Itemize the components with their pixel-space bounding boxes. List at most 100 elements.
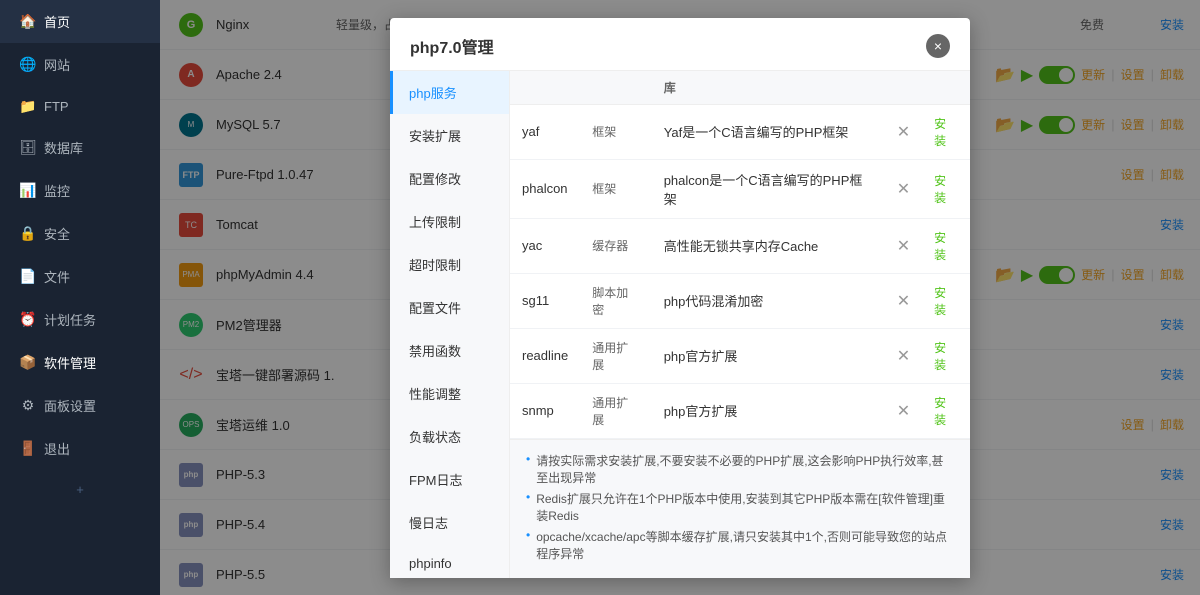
sidebar-item-website[interactable]: 🌐 网站 bbox=[0, 43, 160, 86]
sidebar-label-software: 软件管理 bbox=[44, 353, 96, 372]
ext-install[interactable]: 安装 bbox=[922, 159, 970, 218]
modal-nav: php服务 安装扩展 配置修改 上传限制 超时限制 配置文件 禁用函数 性能调整… bbox=[390, 71, 510, 578]
ext-desc: phalcon是一个C语言编写的PHP框架 bbox=[652, 159, 885, 218]
home-icon: 🏠 bbox=[20, 14, 36, 30]
ext-remove[interactable]: ✕ bbox=[885, 159, 922, 218]
sidebar-item-monitor[interactable]: 📊 监控 bbox=[0, 169, 160, 212]
install-ext-btn[interactable]: 安装 bbox=[934, 231, 946, 262]
sidebar-item-database[interactable]: 🗄 数据库 bbox=[0, 126, 160, 169]
ext-remove[interactable]: ✕ bbox=[885, 383, 922, 438]
install-ext-btn[interactable]: 安装 bbox=[934, 341, 946, 372]
info-note-1: 请按实际需求安装扩展,不要安装不必要的PHP扩展,这会影响PHP执行效率,甚至出… bbox=[526, 452, 954, 486]
crontask-icon: ⏰ bbox=[20, 312, 36, 328]
database-icon: 🗄 bbox=[20, 140, 36, 156]
remove-icon[interactable]: ✕ bbox=[897, 124, 910, 141]
file-icon: 📄 bbox=[20, 269, 36, 285]
sidebar-label-ftp: FTP bbox=[44, 99, 69, 114]
modal-close-btn[interactable]: × bbox=[926, 34, 950, 58]
nav-upload-limit[interactable]: 上传限制 bbox=[390, 200, 509, 243]
ext-install[interactable]: 安装 bbox=[922, 328, 970, 383]
modal-header: php7.0管理 × bbox=[390, 18, 970, 71]
ext-install[interactable]: 安装 bbox=[922, 104, 970, 159]
ext-install[interactable]: 安装 bbox=[922, 383, 970, 438]
nav-install-ext[interactable]: 安装扩展 bbox=[390, 114, 509, 157]
nav-fpm-log[interactable]: FPM日志 bbox=[390, 458, 509, 501]
ext-desc: php官方扩展 bbox=[652, 328, 885, 383]
nav-timeout[interactable]: 超时限制 bbox=[390, 243, 509, 286]
ext-install[interactable]: 安装 bbox=[922, 218, 970, 273]
modal-body: php服务 安装扩展 配置修改 上传限制 超时限制 配置文件 禁用函数 性能调整… bbox=[390, 71, 970, 578]
modal-title: php7.0管理 bbox=[410, 34, 494, 58]
table-row: phalcon 框架 phalcon是一个C语言编写的PHP框架 ✕ 安装 bbox=[510, 159, 970, 218]
ext-remove[interactable]: ✕ bbox=[885, 104, 922, 159]
sidebar-label-file: 文件 bbox=[44, 267, 70, 286]
main-content: G Nginx 轻量级，占有内存少，并发能力强 免费 安装 A Apache 2… bbox=[160, 0, 1200, 595]
col-header-name bbox=[510, 71, 580, 105]
install-ext-btn[interactable]: 安装 bbox=[934, 174, 946, 205]
logout-icon: 🚪 bbox=[20, 441, 36, 457]
nav-config-modify[interactable]: 配置修改 bbox=[390, 157, 509, 200]
sidebar-item-crontask[interactable]: ⏰ 计划任务 bbox=[0, 298, 160, 341]
website-icon: 🌐 bbox=[20, 57, 36, 73]
nav-config-file[interactable]: 配置文件 bbox=[390, 286, 509, 329]
sidebar-label-crontask: 计划任务 bbox=[44, 310, 96, 329]
ext-name: yac bbox=[510, 218, 580, 273]
security-icon: 🔒 bbox=[20, 226, 36, 242]
sidebar-item-ftp[interactable]: 📁 FTP bbox=[0, 86, 160, 126]
sidebar-item-logout[interactable]: 🚪 退出 bbox=[0, 427, 160, 470]
ext-remove[interactable]: ✕ bbox=[885, 328, 922, 383]
remove-icon[interactable]: ✕ bbox=[897, 403, 910, 420]
nav-php-service[interactable]: php服务 bbox=[390, 71, 509, 114]
ext-name: yaf bbox=[510, 104, 580, 159]
sidebar-label-security: 安全 bbox=[44, 224, 70, 243]
ext-type: 缓存器 bbox=[580, 218, 651, 273]
ext-type: 通用扩展 bbox=[580, 328, 651, 383]
ext-name: sg11 bbox=[510, 273, 580, 328]
col-header-action bbox=[885, 71, 922, 105]
info-note-2: Redis扩展只允许在1个PHP版本中使用,安装到其它PHP版本需在[软件管理]… bbox=[526, 490, 954, 524]
remove-icon[interactable]: ✕ bbox=[897, 293, 910, 310]
remove-icon[interactable]: ✕ bbox=[897, 238, 910, 255]
nav-slow-log[interactable]: 慢日志 bbox=[390, 501, 509, 544]
table-row: snmp 通用扩展 php官方扩展 ✕ 安装 bbox=[510, 383, 970, 438]
col-header-type bbox=[580, 71, 651, 105]
sidebar-label-database: 数据库 bbox=[44, 138, 83, 157]
nav-disable-func[interactable]: 禁用函数 bbox=[390, 329, 509, 372]
install-ext-btn[interactable]: 安装 bbox=[934, 396, 946, 427]
table-row: readline 通用扩展 php官方扩展 ✕ 安装 bbox=[510, 328, 970, 383]
sidebar-item-panel[interactable]: ⚙ 面板设置 bbox=[0, 384, 160, 427]
nav-phpinfo[interactable]: phpinfo bbox=[390, 544, 509, 578]
sidebar-label-logout: 退出 bbox=[44, 439, 70, 458]
install-ext-btn[interactable]: 安装 bbox=[934, 117, 946, 148]
sidebar: 🏠 首页 🌐 网站 📁 FTP 🗄 数据库 📊 监控 🔒 安全 📄 文件 ⏰ 计… bbox=[0, 0, 160, 595]
ext-remove[interactable]: ✕ bbox=[885, 273, 922, 328]
sidebar-item-security[interactable]: 🔒 安全 bbox=[0, 212, 160, 255]
nav-load-status[interactable]: 负载状态 bbox=[390, 415, 509, 458]
modal-info-section: 请按实际需求安装扩展,不要安装不必要的PHP扩展,这会影响PHP执行效率,甚至出… bbox=[510, 439, 970, 578]
col-header-install bbox=[922, 71, 970, 105]
ext-desc: 高性能无锁共享内存Cache bbox=[652, 218, 885, 273]
ext-desc: Yaf是一个C语言编写的PHP框架 bbox=[652, 104, 885, 159]
table-row: sg11 脚本加密 php代码混淆加密 ✕ 安装 bbox=[510, 273, 970, 328]
sidebar-item-software[interactable]: 📦 软件管理 bbox=[0, 341, 160, 384]
sidebar-item-file[interactable]: 📄 文件 bbox=[0, 255, 160, 298]
remove-icon[interactable]: ✕ bbox=[897, 348, 910, 365]
sidebar-item-home[interactable]: 🏠 首页 bbox=[0, 0, 160, 43]
install-ext-btn[interactable]: 安装 bbox=[934, 286, 946, 317]
extension-table: 库 yaf 框架 Yaf是一个C语言编写的PHP框架 ✕ 安装 phalcon … bbox=[510, 71, 970, 439]
table-row: yaf 框架 Yaf是一个C语言编写的PHP框架 ✕ 安装 bbox=[510, 104, 970, 159]
add-button[interactable]: + bbox=[0, 470, 160, 509]
php70-modal: php7.0管理 × php服务 安装扩展 配置修改 上传限制 超时限制 配置文… bbox=[390, 18, 970, 578]
nav-perf-tune[interactable]: 性能调整 bbox=[390, 372, 509, 415]
ext-name: readline bbox=[510, 328, 580, 383]
ext-desc: php官方扩展 bbox=[652, 383, 885, 438]
ext-install[interactable]: 安装 bbox=[922, 273, 970, 328]
ext-remove[interactable]: ✕ bbox=[885, 218, 922, 273]
ext-type: 脚本加密 bbox=[580, 273, 651, 328]
table-row: yac 缓存器 高性能无锁共享内存Cache ✕ 安装 bbox=[510, 218, 970, 273]
ext-name: phalcon bbox=[510, 159, 580, 218]
info-note-3: opcache/xcache/apc等脚本缓存扩展,请只安装其中1个,否则可能导… bbox=[526, 528, 954, 562]
remove-icon[interactable]: ✕ bbox=[897, 181, 910, 198]
ext-name: snmp bbox=[510, 383, 580, 438]
ftp-icon: 📁 bbox=[20, 98, 36, 114]
